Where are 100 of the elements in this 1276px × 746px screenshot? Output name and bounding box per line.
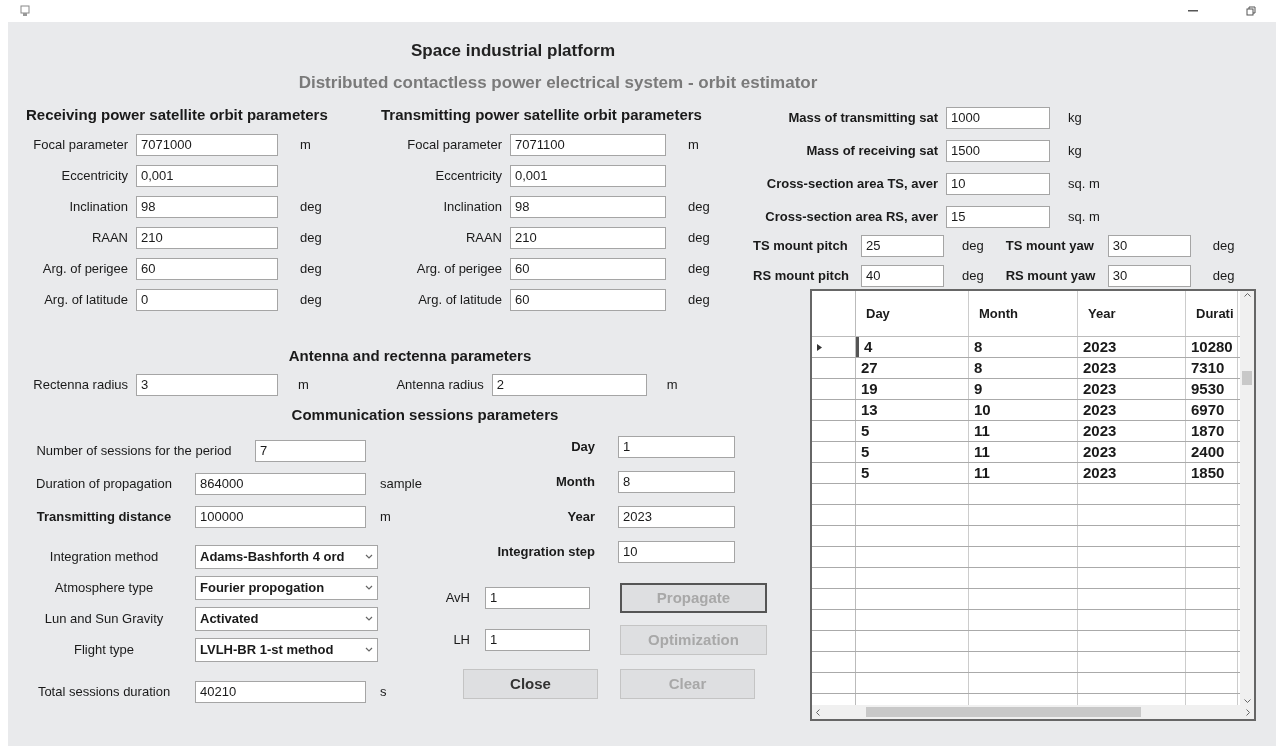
input-field[interactable]: 1500: [946, 139, 1050, 162]
input-field[interactable]: 864000: [195, 472, 366, 495]
table-cell: 8: [969, 337, 1078, 357]
table-cell: 11: [969, 421, 1078, 441]
input-field[interactable]: 30: [1107, 265, 1191, 287]
unit-label: m: [666, 375, 678, 394]
column-header[interactable]: Month: [969, 291, 1078, 336]
input-field[interactable]: 1: [618, 435, 735, 458]
input-field[interactable]: 2: [491, 373, 647, 396]
dropdown[interactable]: Activated: [195, 606, 378, 631]
input-field[interactable]: 40: [861, 265, 944, 287]
table-row[interactable]: 13 10 2023 6970: [812, 400, 1240, 421]
field-label: LH: [452, 631, 470, 650]
input-field[interactable]: 25: [861, 235, 944, 257]
input-field[interactable]: 7071000: [136, 133, 278, 156]
unit-label: deg: [1212, 267, 1235, 286]
button[interactable]: Close: [463, 669, 598, 699]
section-heading: Receiving power satellite orbit parameters: [25, 105, 329, 125]
restore-icon[interactable]: [1246, 6, 1256, 16]
field-label: Cross-section area RS, aver: [764, 207, 938, 226]
unit-label: deg: [962, 267, 984, 286]
vertical-scrollbar[interactable]: [1240, 291, 1254, 705]
input-field[interactable]: 15: [946, 205, 1050, 228]
dropdown[interactable]: Fourier propogation: [195, 575, 378, 600]
input-field[interactable]: 2023: [618, 505, 735, 528]
input-field[interactable]: 0,001: [136, 164, 278, 187]
field-label: Antenna radius: [395, 375, 484, 394]
column-header[interactable]: Day: [856, 291, 969, 336]
scroll-thumb[interactable]: [865, 707, 1141, 717]
field-label: Eccentricity: [60, 166, 128, 185]
unit-label: deg: [962, 237, 984, 256]
field-label: Eccentricity: [434, 166, 502, 185]
field-label: Cross-section area TS, aver: [765, 174, 938, 193]
table-row[interactable]: 5 11 2023 1850: [812, 463, 1240, 484]
scroll-up-icon[interactable]: [1243, 293, 1251, 297]
table-cell: 5: [856, 463, 969, 483]
input-field[interactable]: 8: [618, 470, 735, 493]
unit-label: m: [298, 375, 309, 394]
table-row[interactable]: 4 8 2023 10280: [812, 337, 1240, 358]
field-label: Transmitting distance: [35, 507, 173, 526]
table-cell: 2400: [1186, 442, 1238, 462]
input-field[interactable]: 210: [510, 226, 666, 249]
dropdown[interactable]: Adams-Bashforth 4 ord: [195, 544, 378, 569]
input-field[interactable]: 210: [136, 226, 278, 249]
input-field[interactable]: 0: [136, 288, 278, 311]
table-row[interactable]: 19 9 2023 9530: [812, 379, 1240, 400]
input-field[interactable]: 60: [510, 288, 666, 311]
table-row[interactable]: 5 11 2023 1870: [812, 421, 1240, 442]
table-cell: 4: [856, 337, 969, 357]
table-cell: 5: [856, 442, 969, 462]
input-field[interactable]: 3: [136, 373, 278, 396]
input-field[interactable]: 1: [485, 587, 590, 609]
field-label: Arg. of perigee: [415, 259, 502, 278]
table-cell: 7310: [1186, 358, 1238, 378]
input-field[interactable]: 60: [510, 257, 666, 280]
table-row[interactable]: 5 11 2023 2400: [812, 442, 1240, 463]
form-subtitle: Distributed contactless power electrical system - orbit estimator: [298, 71, 818, 94]
input-field[interactable]: 10: [946, 172, 1050, 195]
field-label: Focal parameter: [406, 135, 502, 154]
field-label: Lun and Sun Gravity: [43, 609, 165, 628]
unit-label: deg: [688, 290, 710, 309]
unit-label: sample: [380, 474, 422, 493]
field-label: Day: [570, 437, 595, 456]
scroll-thumb[interactable]: [1242, 371, 1252, 385]
table-cell: 11: [969, 463, 1078, 483]
input-field[interactable]: 10: [618, 540, 735, 563]
column-header[interactable]: Durati: [1186, 291, 1238, 336]
unit-label: deg: [688, 259, 710, 278]
table-cell: 8: [969, 358, 1078, 378]
minimize-icon[interactable]: [1188, 9, 1198, 13]
field-label: Integration step: [496, 542, 595, 561]
field-label: Inclination: [442, 197, 502, 216]
scroll-down-icon[interactable]: [1243, 699, 1251, 703]
unit-label: deg: [300, 197, 322, 216]
scroll-right-icon[interactable]: [1246, 708, 1250, 716]
unit-label: deg: [300, 228, 322, 247]
column-header[interactable]: Year: [1078, 291, 1186, 336]
input-field[interactable]: 98: [510, 195, 666, 218]
field-label: Inclination: [68, 197, 128, 216]
dropdown[interactable]: LVLH-BR 1-st method: [195, 637, 378, 662]
table-cell: 13: [856, 400, 969, 420]
horizontal-scrollbar[interactable]: [812, 705, 1254, 719]
input-field[interactable]: 98: [136, 195, 278, 218]
field-label: RAAN: [90, 228, 128, 247]
input-field[interactable]: 7: [255, 439, 366, 462]
input-field[interactable]: 100000: [195, 505, 366, 528]
input-field[interactable]: 60: [136, 257, 278, 280]
table-cell: 19: [856, 379, 969, 399]
unit-label: m: [688, 135, 699, 154]
input-field[interactable]: 0,001: [510, 164, 666, 187]
field-label: Number of sessions for the period: [35, 441, 233, 460]
table-row[interactable]: 27 8 2023 7310: [812, 358, 1240, 379]
input-field[interactable]: 1000: [946, 106, 1050, 129]
input-field[interactable]: 30: [1107, 235, 1191, 257]
unit-label: deg: [688, 228, 710, 247]
input-field[interactable]: 40210: [195, 680, 366, 703]
input-field[interactable]: 1: [485, 629, 590, 651]
scroll-left-icon[interactable]: [816, 708, 820, 716]
field-label: TS mount yaw: [1005, 237, 1095, 256]
input-field[interactable]: 7071100: [510, 133, 666, 156]
